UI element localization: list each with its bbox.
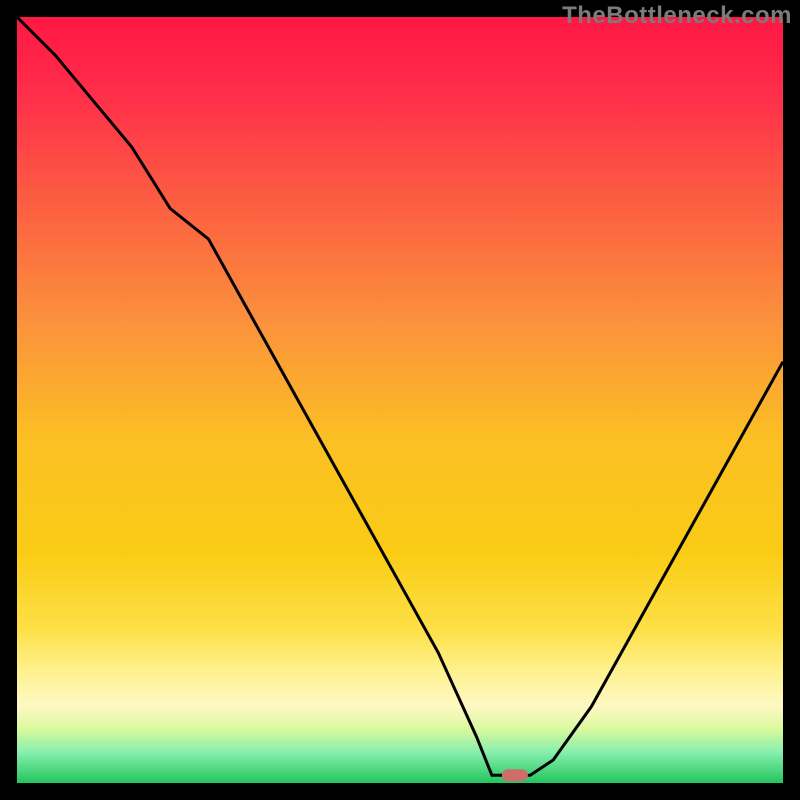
watermark-text: TheBottleneck.com: [562, 2, 792, 30]
optimal-marker: [502, 769, 528, 781]
bottleneck-chart: TheBottleneck.com: [0, 0, 800, 800]
chart-plot-area: [17, 17, 783, 783]
chart-svg: [0, 0, 800, 800]
